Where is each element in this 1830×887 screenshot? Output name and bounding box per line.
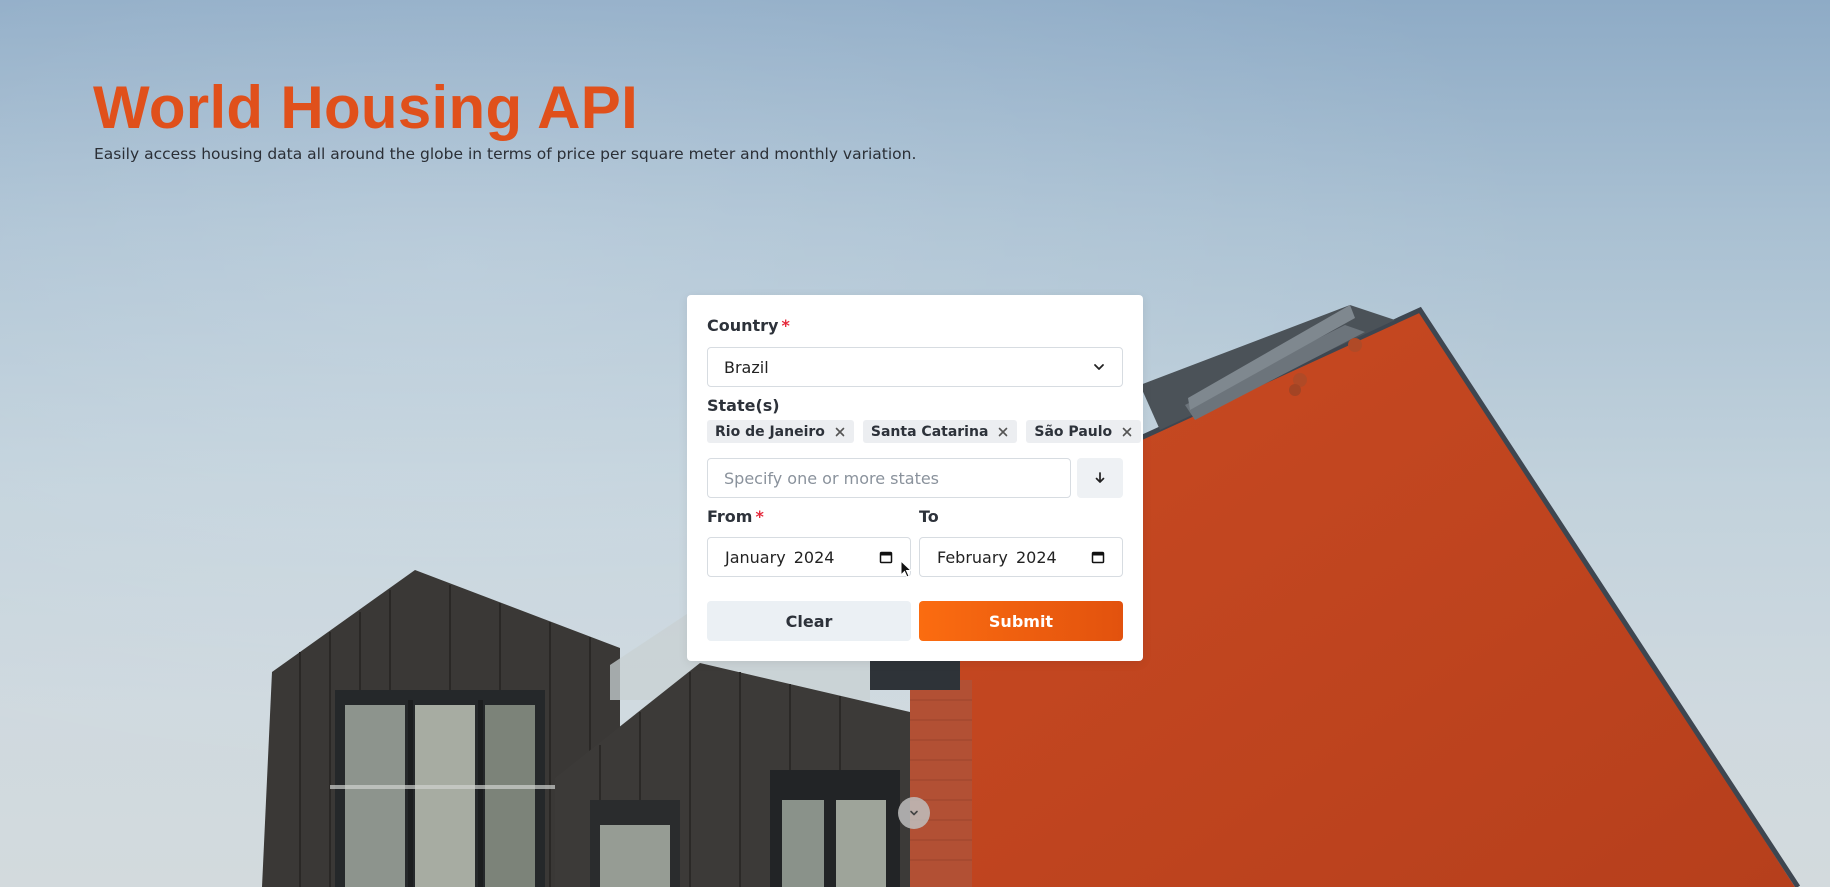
from-label: From * <box>707 507 764 526</box>
state-chip-label: Rio de Janeiro <box>715 423 825 440</box>
calendar-icon[interactable] <box>879 550 893 564</box>
arrow-down-icon <box>1095 472 1105 483</box>
country-selected-value: Brazil <box>724 357 769 377</box>
mouse-cursor-icon <box>900 560 912 578</box>
to-value: February 2024 <box>937 547 1057 567</box>
country-label-text: Country <box>707 316 779 335</box>
country-select[interactable]: Brazil <box>707 347 1123 387</box>
from-label-text: From <box>707 507 753 526</box>
chevron-down-icon <box>1094 364 1104 370</box>
to-label: To <box>919 507 939 526</box>
state-chip: São Paulo <box>1026 420 1142 443</box>
from-month-input[interactable]: January 2024 <box>707 537 911 577</box>
clear-button[interactable]: Clear <box>707 601 911 641</box>
submit-button[interactable]: Submit <box>919 601 1123 641</box>
state-chip: Santa Catarina <box>862 420 1018 443</box>
required-marker: * <box>781 316 790 335</box>
calendar-icon[interactable] <box>1091 550 1105 564</box>
country-label: Country * <box>707 316 790 335</box>
close-icon[interactable] <box>1121 426 1133 438</box>
from-value: January 2024 <box>725 547 835 567</box>
states-label: State(s) <box>707 396 780 415</box>
to-month-input[interactable]: February 2024 <box>919 537 1123 577</box>
state-chip-label: São Paulo <box>1034 423 1113 440</box>
states-search-input[interactable] <box>707 458 1071 498</box>
housing-query-form: Country * Brazil State(s) Rio de Janeiro … <box>687 295 1143 661</box>
page-subtitle: Easily access housing data all around th… <box>94 145 917 163</box>
required-marker: * <box>755 507 764 526</box>
close-icon[interactable] <box>834 426 846 438</box>
state-chip: Rio de Janeiro <box>707 420 854 443</box>
close-icon[interactable] <box>997 426 1009 438</box>
scroll-down-button[interactable] <box>898 797 930 829</box>
page-title: World Housing API <box>93 74 639 141</box>
chevron-down-icon <box>910 810 918 816</box>
selected-states: Rio de Janeiro Santa Catarina São Paulo <box>707 420 1142 443</box>
states-dropdown-button[interactable] <box>1077 458 1123 498</box>
state-chip-label: Santa Catarina <box>870 423 989 440</box>
